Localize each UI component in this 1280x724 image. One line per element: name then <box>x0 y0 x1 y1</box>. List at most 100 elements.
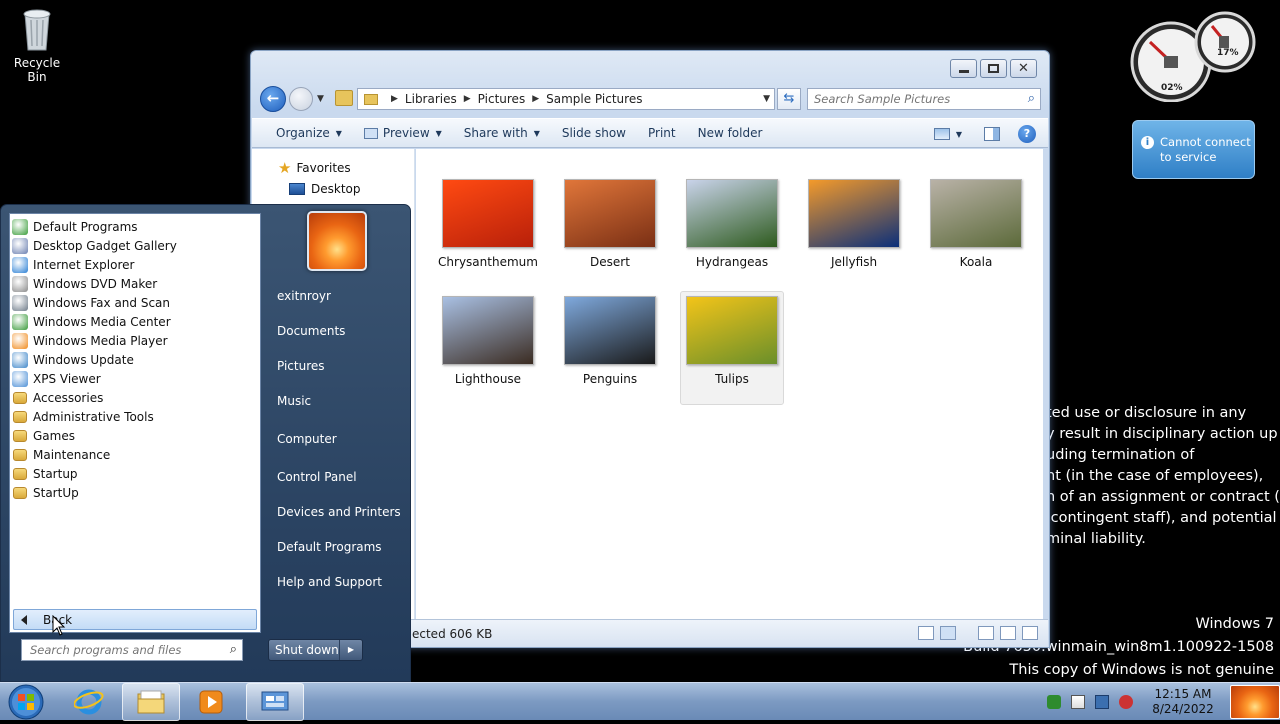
layout-split-icon[interactable] <box>1000 626 1016 640</box>
weather-gadget[interactable]: i Cannot connect to service <box>1132 120 1255 179</box>
program-item[interactable]: Desktop Gadget Gallery <box>12 236 177 255</box>
recycle-bin-icon <box>20 6 54 52</box>
breadcrumb-sample-pictures[interactable]: Sample Pictures <box>546 92 642 106</box>
status-text: ected 606 KB <box>412 627 493 641</box>
forward-button[interactable] <box>289 87 313 111</box>
program-item[interactable]: Windows Media Center <box>12 312 171 331</box>
organize-button[interactable]: Organize ▼ <box>252 126 353 140</box>
refresh-button[interactable]: ⇆ <box>777 88 801 110</box>
shut-down-button[interactable]: Shut down ▶ <box>268 639 363 661</box>
taskbar-internet-explorer[interactable] <box>60 683 118 721</box>
thumbnail-view-icon[interactable] <box>940 626 956 640</box>
back-button[interactable]: ← <box>260 86 286 112</box>
program-folder[interactable]: Games <box>12 426 75 445</box>
start-link[interactable]: Control Panel <box>277 470 357 484</box>
program-item[interactable]: Default Programs <box>12 217 138 236</box>
start-link[interactable]: Help and Support <box>277 575 382 589</box>
explorer-search: ⌕ <box>807 88 1041 110</box>
picture-item[interactable]: Desert <box>558 179 662 269</box>
picture-item[interactable]: Koala <box>924 179 1028 269</box>
preview-pane-icon[interactable] <box>984 127 1000 141</box>
program-item[interactable]: Internet Explorer <box>12 255 134 274</box>
layout-three-icon[interactable] <box>1022 626 1038 640</box>
slide-show-button[interactable]: Slide show <box>551 126 637 140</box>
recycle-bin[interactable]: Recycle Bin <box>4 6 70 84</box>
close-button[interactable]: ✕ <box>1010 59 1037 78</box>
start-link[interactable]: Computer <box>277 432 337 446</box>
new-folder-button[interactable]: New folder <box>687 126 774 140</box>
picture-item[interactable]: Penguins <box>558 296 662 386</box>
address-bar[interactable]: ▶ Libraries ▶ Pictures ▶ Sample Pictures… <box>357 88 775 110</box>
clock[interactable]: 12:15 AM 8/24/2022 <box>1148 687 1218 717</box>
share-with-button[interactable]: Share with ▼ <box>453 126 551 140</box>
taskbar-windows-explorer[interactable] <box>122 683 180 721</box>
minimize-button[interactable] <box>950 59 977 78</box>
program-folder[interactable]: Administrative Tools <box>12 407 154 426</box>
search-icon[interactable]: ⌕ <box>1028 91 1035 106</box>
print-button[interactable]: Print <box>637 126 687 140</box>
nav-desktop[interactable]: Desktop <box>289 182 361 196</box>
folder-icon <box>13 467 27 480</box>
picture-name: Desert <box>590 255 630 269</box>
start-link[interactable]: Default Programs <box>277 540 382 554</box>
back-button[interactable]: Back <box>13 609 257 636</box>
taskbar-media-player[interactable] <box>182 683 240 721</box>
picture-item[interactable]: Jellyfish <box>802 179 906 269</box>
program-item[interactable]: XPS Viewer <box>12 369 101 388</box>
breadcrumb-chevron-icon[interactable]: ▶ <box>464 94 471 104</box>
program-folder[interactable]: StartUp <box>12 483 79 502</box>
start-link[interactable]: Music <box>277 394 311 408</box>
start-link[interactable]: Pictures <box>277 359 325 373</box>
command-bar-right: ▼ ? <box>933 119 1048 149</box>
network-icon[interactable] <box>1095 695 1109 709</box>
program-item[interactable]: Windows Media Player <box>12 331 168 350</box>
start-link[interactable]: Documents <box>277 324 345 338</box>
change-view-icon[interactable] <box>933 128 950 140</box>
help-icon[interactable]: ? <box>1018 125 1036 143</box>
user-tile[interactable] <box>1230 685 1280 719</box>
cpu-meter-gadget[interactable]: 02% 17% <box>1128 8 1258 103</box>
start-search-input[interactable] <box>30 640 220 660</box>
program-item[interactable]: Windows DVD Maker <box>12 274 157 293</box>
layout-single-icon[interactable] <box>978 626 994 640</box>
program-folder[interactable]: Accessories <box>12 388 103 407</box>
info-icon: i <box>1141 136 1154 149</box>
start-link[interactable]: Devices and Printers <box>277 505 401 519</box>
picture-item[interactable]: Lighthouse <box>436 296 540 386</box>
picture-item[interactable]: Tulips <box>680 291 784 405</box>
program-label: XPS Viewer <box>33 371 101 386</box>
maximize-button[interactable] <box>980 59 1007 78</box>
security-shield-icon[interactable] <box>1047 695 1061 709</box>
breadcrumb-pictures[interactable]: Pictures <box>478 92 526 106</box>
start-button[interactable] <box>6 683 46 721</box>
program-icon <box>12 370 28 387</box>
shutdown-options-arrow-icon[interactable]: ▶ <box>340 640 362 660</box>
nav-favorites[interactable]: ★ Favorites <box>278 159 351 177</box>
program-folder[interactable]: Maintenance <box>12 445 110 464</box>
internet-explorer-icon <box>74 689 104 715</box>
nav-desktop-label: Desktop <box>311 182 361 196</box>
up-folder-icon[interactable] <box>335 90 353 106</box>
program-item[interactable]: Windows Fax and Scan <box>12 293 170 312</box>
picture-thumbnail <box>686 296 778 365</box>
breadcrumb-chevron-icon[interactable]: ▶ <box>532 94 539 104</box>
breadcrumb-libraries[interactable]: Libraries <box>405 92 457 106</box>
user-picture[interactable] <box>307 211 367 271</box>
address-dropdown-icon[interactable]: ▼ <box>763 94 770 104</box>
volume-muted-icon[interactable] <box>1119 695 1133 709</box>
view-options-dropdown[interactable]: ▼ <box>956 130 962 139</box>
search-icon[interactable]: ⌕ <box>230 642 237 657</box>
program-item[interactable]: Windows Update <box>12 350 134 369</box>
picture-item[interactable]: Hydrangeas <box>680 179 784 269</box>
taskbar: 12:15 AM 8/24/2022 <box>0 682 1280 721</box>
recent-pages-dropdown[interactable]: ▼ <box>317 94 324 104</box>
taskbar-gadget-app[interactable] <box>246 683 304 721</box>
preview-button[interactable]: Preview ▼ <box>353 126 453 140</box>
program-folder[interactable]: Startup <box>12 464 78 483</box>
action-center-flag-icon[interactable] <box>1071 695 1085 709</box>
start-link[interactable]: exitnroyr <box>277 289 331 303</box>
explorer-search-input[interactable] <box>814 89 1014 109</box>
picture-thumbnail <box>686 179 778 248</box>
picture-item[interactable]: Chrysanthemum <box>436 179 540 269</box>
details-view-icon[interactable] <box>918 626 934 640</box>
